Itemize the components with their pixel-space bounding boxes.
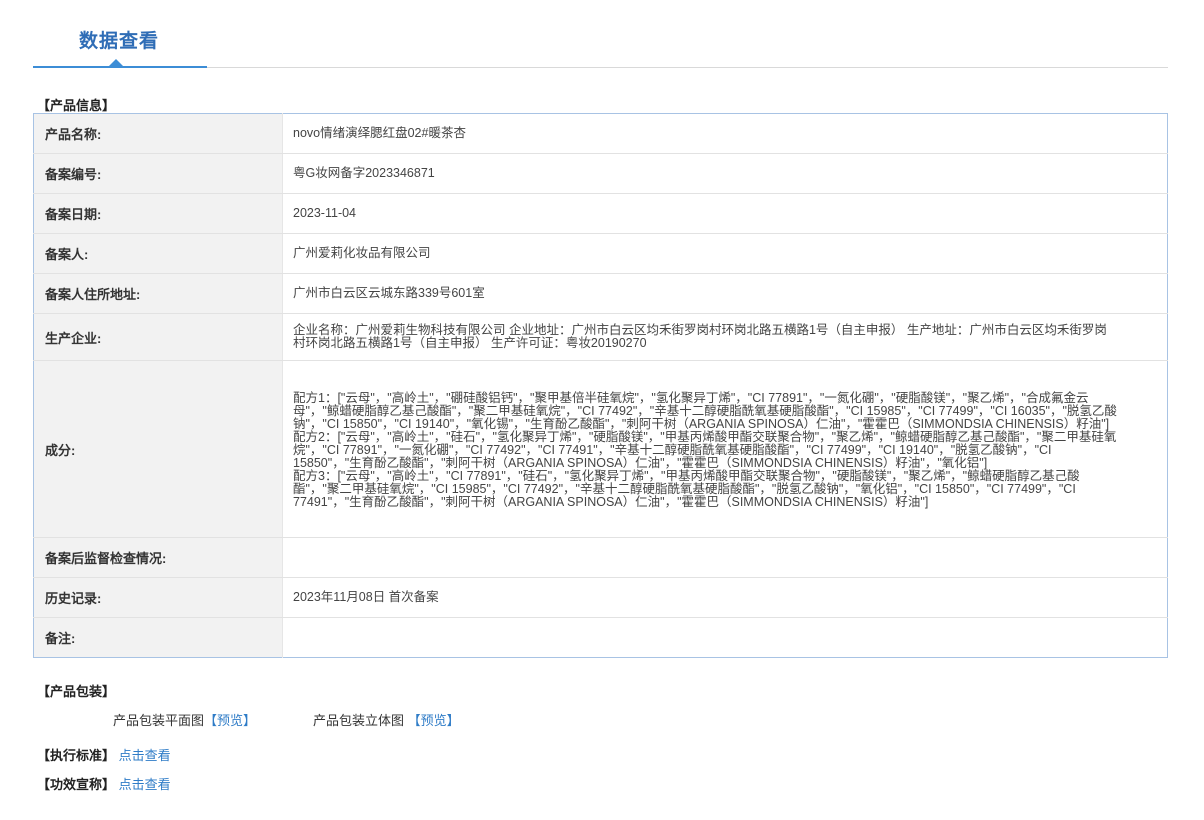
row-value: novo情绪演绎腮红盘02#暖茶杏 (282, 113, 1168, 154)
row-label: 历史记录: (33, 577, 283, 618)
tab-caret-icon (109, 59, 123, 66)
efficacy-label: 【功效宣称】 (37, 777, 116, 792)
standard-row: 【执行标准】 点击查看 (37, 745, 171, 764)
row-value (282, 537, 1168, 578)
table-row: 备注: (33, 617, 1168, 658)
packaging-solid-label: 产品包装立体图 (313, 713, 405, 728)
table-row: 备案人: 广州爱莉化妆品有限公司 (33, 233, 1168, 274)
row-label: 生产企业: (33, 313, 283, 361)
row-label: 备案编号: (33, 153, 283, 194)
standard-label: 【执行标准】 (37, 748, 116, 763)
packaging-flat: 产品包装平面图【预览】 (113, 710, 256, 729)
row-value: 广州爱莉化妆品有限公司 (282, 233, 1168, 274)
table-row: 备案日期: 2023-11-04 (33, 193, 1168, 234)
table-row: 成分: 配方1：["云母"，"高岭土"，"硼硅酸铝钙"，"聚甲基倍半硅氧烷"，"… (33, 360, 1168, 538)
table-row: 备案人住所地址: 广州市白云区云城东路339号601室 (33, 273, 1168, 314)
row-value: 2023-11-04 (282, 193, 1168, 234)
row-value: 企业名称：广州爱莉生物科技有限公司 企业地址：广州市白云区均禾街罗岗村环岗北路五… (282, 313, 1168, 361)
table-row: 历史记录: 2023年11月08日 首次备案 (33, 577, 1168, 618)
row-label: 备案后监督检查情况: (33, 537, 283, 578)
standard-link[interactable]: 点击查看 (119, 748, 171, 763)
table-row: 备案后监督检查情况: (33, 537, 1168, 578)
packaging-solid: 产品包装立体图 【预览】 (313, 710, 460, 729)
efficacy-link[interactable]: 点击查看 (119, 777, 171, 792)
row-label: 备案人住所地址: (33, 273, 283, 314)
row-value: 广州市白云区云城东路339号601室 (282, 273, 1168, 314)
table-row: 产品名称: novo情绪演绎腮红盘02#暖茶杏 (33, 113, 1168, 154)
product-info-title: 【产品信息】 (37, 98, 116, 113)
packaging-flat-label: 产品包装平面图 (113, 713, 205, 728)
row-label: 产品名称: (33, 113, 283, 154)
row-value: 粤G妆网备字2023346871 (282, 153, 1168, 194)
tab-title: 数据查看 (79, 31, 160, 52)
row-label: 成分: (33, 360, 283, 538)
ingredients-value: 配方1：["云母"，"高岭土"，"硼硅酸铝钙"，"聚甲基倍半硅氧烷"，"氢化聚异… (282, 360, 1168, 538)
packaging-flat-preview-link[interactable]: 【预览】 (204, 713, 256, 728)
efficacy-row: 【功效宣称】 点击查看 (37, 774, 171, 793)
row-label: 备案日期: (33, 193, 283, 234)
row-label: 备案人: (33, 233, 283, 274)
row-value: 2023年11月08日 首次备案 (282, 577, 1168, 618)
tab-bar: 数据查看 (33, 0, 1168, 68)
packaging-title: 【产品包装】 (37, 684, 116, 699)
row-value (283, 618, 1168, 658)
table-row: 生产企业: 企业名称：广州爱莉生物科技有限公司 企业地址：广州市白云区均禾街罗岗… (33, 313, 1168, 361)
product-info-table: 产品名称: novo情绪演绎腮红盘02#暖茶杏 备案编号: 粤G妆网备字2023… (33, 113, 1168, 658)
tab-data-view[interactable]: 数据查看 (33, 0, 207, 68)
packaging-solid-preview-link[interactable]: 【预览】 (408, 713, 460, 728)
table-row: 备案编号: 粤G妆网备字2023346871 (33, 153, 1168, 194)
row-label: 备注: (33, 617, 283, 658)
